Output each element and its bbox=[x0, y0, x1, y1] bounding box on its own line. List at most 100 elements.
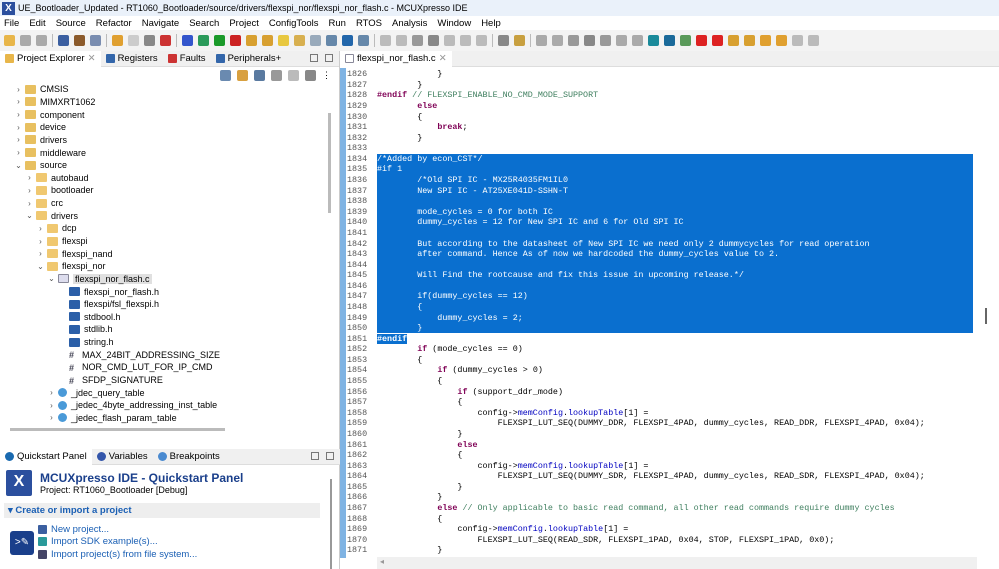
tree-item[interactable]: › middleware bbox=[0, 146, 339, 159]
menu-file[interactable]: File bbox=[4, 18, 19, 29]
pilcrow-icon[interactable] bbox=[326, 35, 337, 46]
menu-help[interactable]: Help bbox=[481, 18, 501, 29]
menu-source[interactable]: Source bbox=[56, 18, 86, 29]
grid-icon[interactable] bbox=[271, 69, 282, 81]
filter-icon[interactable] bbox=[254, 69, 265, 81]
memory-icon[interactable] bbox=[568, 35, 579, 46]
new-icon[interactable] bbox=[4, 35, 15, 46]
menu-project[interactable]: Project bbox=[229, 18, 259, 29]
expand-toggle-icon[interactable]: ⌄ bbox=[47, 274, 56, 283]
build-settings-icon[interactable] bbox=[58, 35, 69, 46]
tree-item[interactable]: › device bbox=[0, 121, 339, 134]
close-icon[interactable]: ✕ bbox=[439, 53, 447, 64]
minimize-icon[interactable] bbox=[310, 54, 318, 62]
wizard-icon[interactable] bbox=[262, 35, 273, 46]
tree-item[interactable]: › autobaud bbox=[0, 171, 339, 184]
drop-frame-icon[interactable] bbox=[514, 35, 525, 46]
menu-rtos[interactable]: RTOS bbox=[356, 18, 382, 29]
open-folder-icon[interactable] bbox=[246, 35, 257, 46]
create-import-section[interactable]: ▾ Create or import a project bbox=[4, 503, 320, 518]
disconnect-icon[interactable] bbox=[428, 35, 439, 46]
menu-search[interactable]: Search bbox=[189, 18, 219, 29]
minimize-icon[interactable] bbox=[311, 452, 319, 460]
tab-variables[interactable]: Variables bbox=[92, 449, 153, 465]
menu-run[interactable]: Run bbox=[329, 18, 346, 29]
more-options-icon[interactable]: ⋮ bbox=[322, 70, 331, 81]
expand-toggle-icon[interactable]: › bbox=[14, 123, 23, 132]
expand-toggle-icon[interactable]: › bbox=[14, 135, 23, 144]
maximize-icon[interactable] bbox=[326, 452, 334, 460]
stop-icon[interactable] bbox=[412, 35, 423, 46]
tree-item[interactable]: › _jedec_flash_param_table bbox=[0, 412, 339, 425]
quickstart-link[interactable]: New project... bbox=[38, 523, 197, 536]
tree-item[interactable]: › MIMXRT1062 bbox=[0, 96, 339, 109]
back-history-icon[interactable] bbox=[760, 35, 771, 46]
menu-edit[interactable]: Edit bbox=[29, 18, 45, 29]
pause-icon[interactable] bbox=[552, 35, 563, 46]
step-icon[interactable] bbox=[584, 35, 595, 46]
terminate-icon[interactable] bbox=[160, 35, 171, 46]
mcux-icon[interactable] bbox=[648, 35, 659, 46]
undo-icon[interactable] bbox=[112, 35, 123, 46]
expand-toggle-icon[interactable]: › bbox=[47, 413, 56, 422]
prev-annotation-icon[interactable] bbox=[744, 35, 755, 46]
expand-toggle-icon[interactable]: ⌄ bbox=[14, 161, 23, 170]
tab-faults[interactable]: Faults bbox=[163, 51, 211, 67]
build-icon[interactable] bbox=[74, 35, 85, 46]
run-external-icon[interactable] bbox=[230, 35, 241, 46]
quickstart-scrollbar[interactable] bbox=[330, 479, 332, 569]
tree-item[interactable]: › component bbox=[0, 108, 339, 121]
tree-item[interactable]: # MAX_24BIT_ADDRESSING_SIZE bbox=[0, 348, 339, 361]
menu-refactor[interactable]: Refactor bbox=[96, 18, 132, 29]
close-icon[interactable]: ✕ bbox=[88, 53, 96, 64]
debug-icon[interactable] bbox=[182, 35, 193, 46]
sync-icon[interactable] bbox=[288, 69, 299, 81]
next-annotation-icon[interactable] bbox=[728, 35, 739, 46]
tab-quickstart panel[interactable]: Quickstart Panel bbox=[0, 448, 92, 465]
step-over-icon[interactable] bbox=[460, 35, 471, 46]
probe-icon[interactable] bbox=[632, 35, 643, 46]
expand-toggle-icon[interactable]: › bbox=[25, 199, 34, 208]
tree-item[interactable]: string.h bbox=[0, 336, 339, 349]
tree-horizontal-scrollbar[interactable] bbox=[10, 428, 225, 431]
tree-item[interactable]: stdlib.h bbox=[0, 323, 339, 336]
clean-icon[interactable] bbox=[144, 35, 155, 46]
tab-breakpoints[interactable]: Breakpoints bbox=[153, 449, 225, 465]
tree-item[interactable]: stdbool.h bbox=[0, 311, 339, 324]
forward-icon[interactable] bbox=[808, 35, 819, 46]
tree-item[interactable]: › _jedec_4byte_addressing_inst_table bbox=[0, 399, 339, 412]
resume-icon[interactable] bbox=[380, 35, 391, 46]
expand-toggle-icon[interactable]: › bbox=[47, 401, 56, 410]
tree-item[interactable]: › flexspi bbox=[0, 235, 339, 248]
step-into-icon[interactable] bbox=[444, 35, 455, 46]
monitor-icon[interactable] bbox=[342, 35, 353, 46]
restart-icon[interactable] bbox=[536, 35, 547, 46]
expand-toggle-icon[interactable]: ⌄ bbox=[25, 211, 34, 220]
expand-toggle-icon[interactable]: › bbox=[47, 388, 56, 397]
editor-horizontal-scrollbar[interactable]: ◂ bbox=[377, 557, 977, 569]
step-return-icon[interactable] bbox=[476, 35, 487, 46]
tree-item[interactable]: › _jdec_query_table bbox=[0, 386, 339, 399]
expand-toggle-icon[interactable]: ⌄ bbox=[36, 262, 45, 271]
link-with-editor-icon[interactable] bbox=[237, 69, 248, 81]
quickstart-link[interactable]: Import SDK example(s)... bbox=[38, 536, 197, 549]
menu-window[interactable]: Window bbox=[437, 18, 471, 29]
maximize-icon[interactable] bbox=[325, 54, 333, 62]
tree-item[interactable]: › bootloader bbox=[0, 184, 339, 197]
tree-item[interactable]: › dcp bbox=[0, 222, 339, 235]
tree-item[interactable]: › CMSIS bbox=[0, 83, 339, 96]
scroll-thumb[interactable] bbox=[985, 308, 987, 324]
tree-item[interactable]: flexspi/fsl_flexspi.h bbox=[0, 298, 339, 311]
tree-item[interactable]: # NOR_CMD_LUT_FOR_IP_CMD bbox=[0, 361, 339, 374]
tab-registers[interactable]: Registers bbox=[101, 51, 163, 67]
tree-item[interactable]: ⌄ source bbox=[0, 159, 339, 172]
annotations-icon[interactable] bbox=[294, 35, 305, 46]
code-area[interactable]: 1826 } 1827 } 1828 #endif // FLEXSPI_ENABLE… bbox=[340, 69, 973, 559]
tab-project-explorer[interactable]: Project Explorer ✕ bbox=[0, 50, 101, 67]
instruction-step-icon[interactable] bbox=[498, 35, 509, 46]
view-menu-icon[interactable] bbox=[305, 69, 316, 81]
refresh-icon[interactable] bbox=[600, 35, 611, 46]
tree-item[interactable]: flexspi_nor_flash.h bbox=[0, 285, 339, 298]
tree-item[interactable]: › drivers bbox=[0, 134, 339, 147]
link-icon[interactable] bbox=[696, 35, 707, 46]
